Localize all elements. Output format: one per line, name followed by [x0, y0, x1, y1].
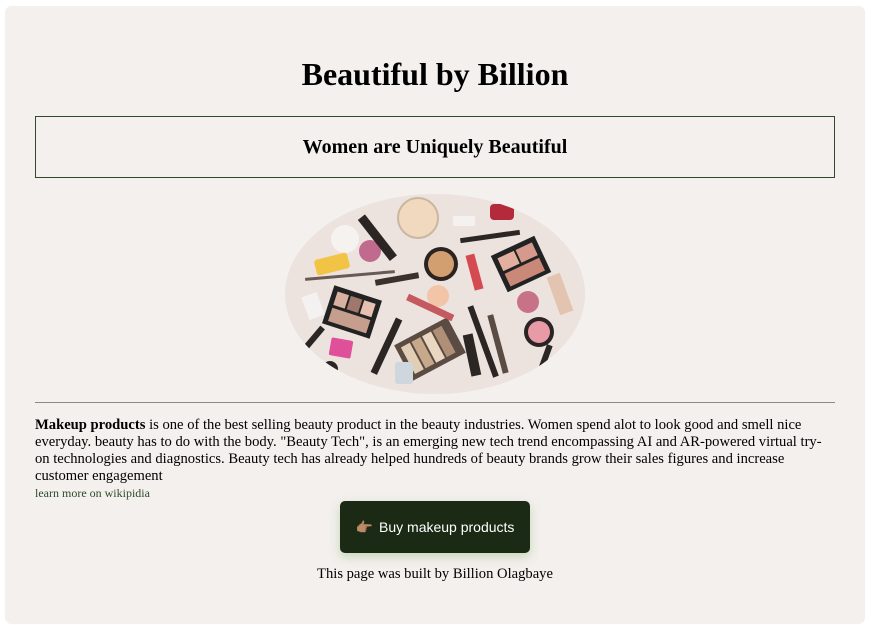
description-lead: Makeup products — [35, 417, 146, 433]
makeup-flatlay-illustration — [285, 194, 585, 394]
divider — [35, 402, 835, 403]
buy-makeup-button[interactable]: 👉🏽 Buy makeup products — [340, 501, 530, 553]
tagline: Women are Uniquely Beautiful — [302, 136, 568, 158]
wikipedia-link[interactable]: learn more on wikipidia — [35, 486, 150, 501]
page-title: Beautiful by Billion — [301, 56, 569, 92]
description-paragraph: Makeup products is one of the best selli… — [35, 417, 835, 485]
description-text: is one of the best selling beauty produc… — [35, 417, 822, 484]
tagline-box: Women are Uniquely Beautiful — [35, 116, 835, 178]
buy-button-label: Buy makeup products — [379, 519, 515, 535]
footer-credit: This page was built by Billion Olagbaye — [317, 566, 553, 582]
page-card: Beautiful by Billion Women are Uniquely … — [5, 6, 865, 624]
pointing-hand-icon: 👉🏽 — [355, 518, 374, 535]
hero-image — [285, 194, 585, 394]
